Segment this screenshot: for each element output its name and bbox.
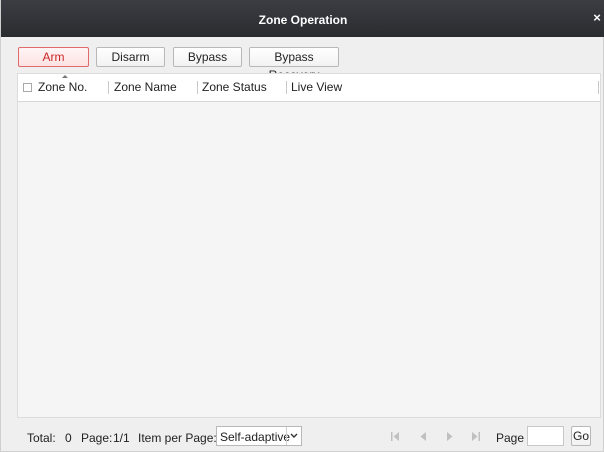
column-header-zone-status[interactable]: Zone Status <box>202 80 267 94</box>
dialog-title: Zone Operation <box>258 13 348 27</box>
first-page-icon[interactable] <box>389 431 401 442</box>
next-page-icon[interactable] <box>444 431 456 442</box>
column-header-live-view[interactable]: Live View <box>291 80 342 94</box>
zone-table: Zone No. Zone Name Zone Status Live View <box>17 73 601 418</box>
column-divider[interactable] <box>108 81 109 94</box>
page-value: 1/1 <box>113 431 130 445</box>
items-per-page-select[interactable]: Self-adaptive <box>216 426 302 446</box>
disarm-button[interactable]: Disarm <box>96 47 165 67</box>
column-divider[interactable] <box>286 81 287 94</box>
select-all-checkbox[interactable] <box>23 83 32 92</box>
bypass-button[interactable]: Bypass <box>173 47 242 67</box>
bypass-recovery-button[interactable]: Bypass Recovery <box>249 47 339 82</box>
close-icon[interactable]: × <box>592 11 602 24</box>
items-per-page-label: Item per Page: <box>138 431 217 445</box>
column-header-zone-no[interactable]: Zone No. <box>38 80 87 94</box>
pagination-bar: Total: 0 Page: 1/1 Item per Page: Self-a… <box>17 426 601 448</box>
arm-button[interactable]: Arm <box>18 47 89 67</box>
title-bar[interactable]: Zone Operation × <box>1 0 604 37</box>
last-page-icon[interactable] <box>470 431 482 442</box>
go-button[interactable]: Go <box>571 426 591 446</box>
prev-page-icon[interactable] <box>417 431 429 442</box>
total-label: Total: <box>27 431 56 445</box>
sort-asc-icon <box>62 75 68 78</box>
table-body <box>18 101 600 417</box>
zone-operation-dialog: Zone Operation × Arm Disarm Bypass Bypas… <box>0 0 604 452</box>
table-header: Zone No. Zone Name Zone Status Live View <box>18 74 600 102</box>
column-divider[interactable] <box>197 81 198 94</box>
total-value: 0 <box>65 431 72 445</box>
goto-page-label: Page <box>496 431 525 445</box>
chevron-down-icon[interactable] <box>286 427 301 445</box>
goto-page-input[interactable] <box>527 426 564 446</box>
items-per-page-value: Self-adaptive <box>220 430 291 444</box>
page-label: Page: <box>81 431 113 445</box>
column-header-zone-name[interactable]: Zone Name <box>114 80 177 94</box>
column-divider[interactable] <box>598 81 599 94</box>
